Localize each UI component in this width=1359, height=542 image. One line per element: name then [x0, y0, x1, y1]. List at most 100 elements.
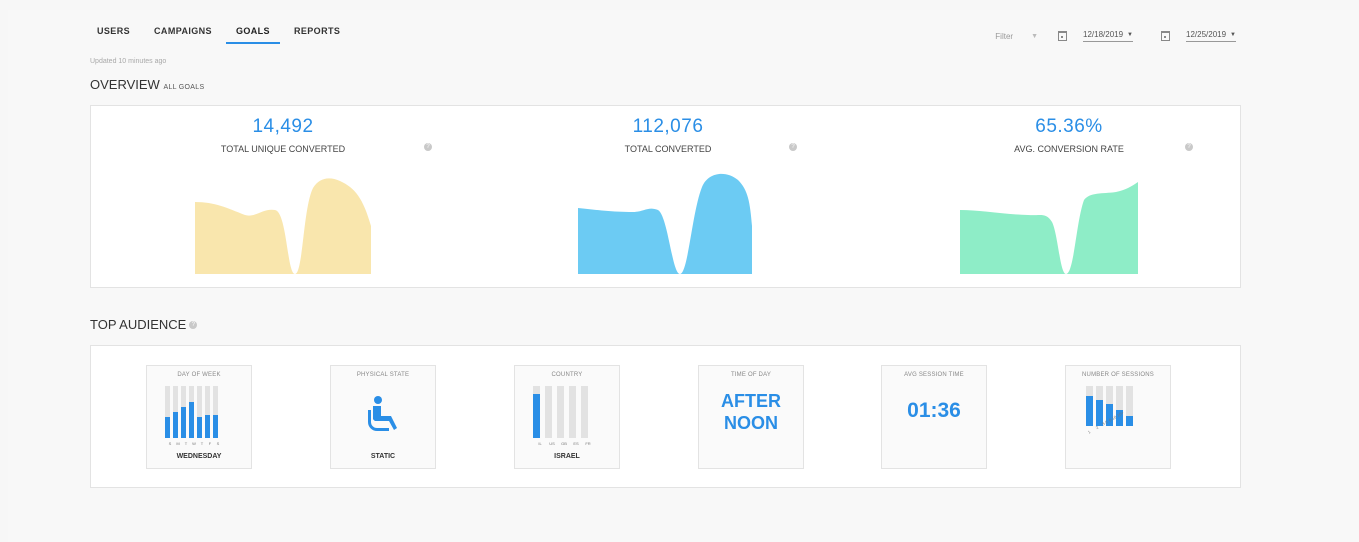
tile-header: DAY OF WEEK: [177, 372, 221, 378]
help-icon[interactable]: ?: [789, 143, 797, 151]
country-bars: [533, 386, 593, 438]
updated-text: Updated 10 minutes ago: [90, 58, 167, 65]
sparkline-unique-converted: [195, 178, 371, 274]
tick-label: T: [184, 441, 188, 446]
metric-value: 14,492: [252, 116, 314, 137]
tick-label: F: [208, 441, 212, 446]
tile-time-of-day[interactable]: TIME OF DAY AFTER NOON: [698, 365, 804, 469]
end-date-value: 12/25/2019: [1186, 30, 1227, 39]
metric-total-converted: 112,076 TOTAL CONVERTED: [528, 116, 808, 154]
tile-header: COUNTRY: [551, 372, 583, 378]
sessions-bar-fill: [1126, 416, 1133, 426]
overview-card: 14,492 TOTAL UNIQUE CONVERTED ? 112,076 …: [90, 105, 1241, 288]
day-bar-fill: [165, 417, 170, 438]
tile-header: NUMBER OF SESSIONS: [1082, 372, 1154, 378]
time-line-1: AFTER: [721, 391, 781, 411]
tab-goals[interactable]: GOALS: [225, 26, 280, 44]
day-bar: [213, 386, 218, 438]
chevron-down-icon[interactable]: ▼: [1031, 33, 1038, 40]
day-bar-fill: [173, 412, 178, 438]
session-time-value: 01:36: [907, 399, 961, 422]
metric-label: TOTAL UNIQUE CONVERTED: [220, 144, 346, 154]
sparkline-total-converted: [578, 173, 752, 274]
day-bar: [189, 386, 194, 438]
tile-header: PHYSICAL STATE: [356, 372, 410, 378]
overview-title: OVERVIEW ALL GOALS: [90, 77, 204, 92]
tick-label: FR: [585, 441, 591, 446]
day-bar-fill: [213, 414, 218, 438]
help-icon[interactable]: ?: [424, 143, 432, 151]
calendar-icon[interactable]: [1058, 31, 1067, 41]
day-bar-fill: [197, 417, 202, 438]
start-date-value: 12/18/2019: [1083, 30, 1124, 39]
metric-unique-converted: 14,492 TOTAL UNIQUE CONVERTED: [143, 116, 423, 154]
day-bar: [181, 386, 186, 438]
tick-label: ES: [573, 441, 579, 446]
metric-label: AVG. CONVERSION RATE: [1014, 144, 1124, 154]
tick-label: W: [192, 441, 196, 446]
day-bar-fill: [189, 401, 194, 438]
tick-label: US: [549, 441, 555, 446]
tile-avg-session-time[interactable]: AVG SESSION TIME 01:36: [881, 365, 987, 469]
start-date-select[interactable]: 12/18/2019 ▼: [1083, 30, 1133, 42]
sessions-bar: [1116, 386, 1123, 426]
tab-campaigns[interactable]: CAMPAIGNS: [154, 26, 212, 44]
tile-header: TIME OF DAY: [730, 372, 772, 378]
country-bar: [533, 386, 540, 438]
calendar-icon[interactable]: [1161, 31, 1170, 41]
filter-label[interactable]: Filter: [995, 32, 1013, 41]
sessions-bar: [1126, 386, 1133, 426]
end-date-select[interactable]: 12/25/2019 ▼: [1186, 30, 1236, 42]
sessions-bar-fill: [1086, 396, 1093, 426]
day-bar: [205, 386, 210, 438]
overview-subtitle: ALL GOALS: [163, 84, 205, 91]
filter-bar: Filter ▼ 12/18/2019 ▼ 12/25/2019 ▼: [995, 30, 1236, 42]
country-bar: [569, 386, 576, 438]
tick-label: S: [168, 441, 172, 446]
audience-card: DAY OF WEEK S M T W T F S WEDNESDAY PHYS…: [90, 345, 1241, 488]
tick-label: S: [216, 441, 220, 446]
tile-country[interactable]: COUNTRY IL US GB ES FR ISRAEL: [514, 365, 620, 469]
tick-label: GB: [561, 441, 567, 446]
day-ticks: S M T W T F S: [166, 441, 222, 446]
caret-down-icon: ▼: [1127, 31, 1133, 38]
caret-down-icon: ▼: [1230, 31, 1236, 38]
tile-day-of-week[interactable]: DAY OF WEEK S M T W T F S WEDNESDAY: [146, 365, 252, 469]
tab-reports[interactable]: REPORTS: [294, 26, 340, 44]
tab-users[interactable]: USERS: [97, 26, 130, 44]
sessions-bar: [1096, 386, 1103, 426]
tick-label: IL: [538, 441, 542, 446]
day-bar-fill: [181, 406, 186, 438]
tick-label: M: [176, 441, 180, 446]
wheelchair-icon: [368, 396, 397, 431]
country-bar: [557, 386, 564, 438]
tile-footer: STATIC: [370, 453, 396, 460]
tick-label: T: [200, 441, 204, 446]
help-icon[interactable]: ?: [1185, 143, 1193, 151]
tile-physical-state[interactable]: PHYSICAL STATE STATIC: [330, 365, 436, 469]
sparkline-avg-conversion: [960, 182, 1138, 274]
country-ticks: IL US GB ES FR: [534, 441, 594, 446]
audience-title: TOP AUDIENCE?: [90, 317, 198, 332]
tile-footer: WEDNESDAY: [176, 453, 222, 460]
sessions-bar: [1086, 386, 1093, 426]
metric-value: 112,076: [632, 116, 704, 137]
day-bar: [173, 386, 178, 438]
day-of-week-bars: [165, 386, 221, 438]
day-bar: [165, 386, 170, 438]
tile-footer: ISRAEL: [554, 453, 580, 460]
tile-header: AVG SESSION TIME: [904, 372, 964, 378]
country-bar: [545, 386, 552, 438]
time-of-day-value: AFTER NOON: [699, 390, 803, 434]
overview-heading: OVERVIEW: [90, 77, 160, 92]
time-line-2: NOON: [724, 413, 778, 433]
country-bar: [581, 386, 588, 438]
country-bar-fill: [533, 393, 540, 438]
day-bar-fill: [205, 414, 210, 438]
metric-label: TOTAL CONVERTED: [624, 144, 712, 154]
metric-avg-conversion: 65.36% AVG. CONVERSION RATE: [929, 116, 1209, 154]
metric-value: 65.36%: [1035, 116, 1103, 137]
nav-tabs: USERS CAMPAIGNS GOALS REPORTS: [97, 26, 364, 44]
day-bar: [197, 386, 202, 438]
tile-number-of-sessions[interactable]: NUMBER OF SESSIONS 1 2 3-5 6-10 10+: [1065, 365, 1171, 469]
